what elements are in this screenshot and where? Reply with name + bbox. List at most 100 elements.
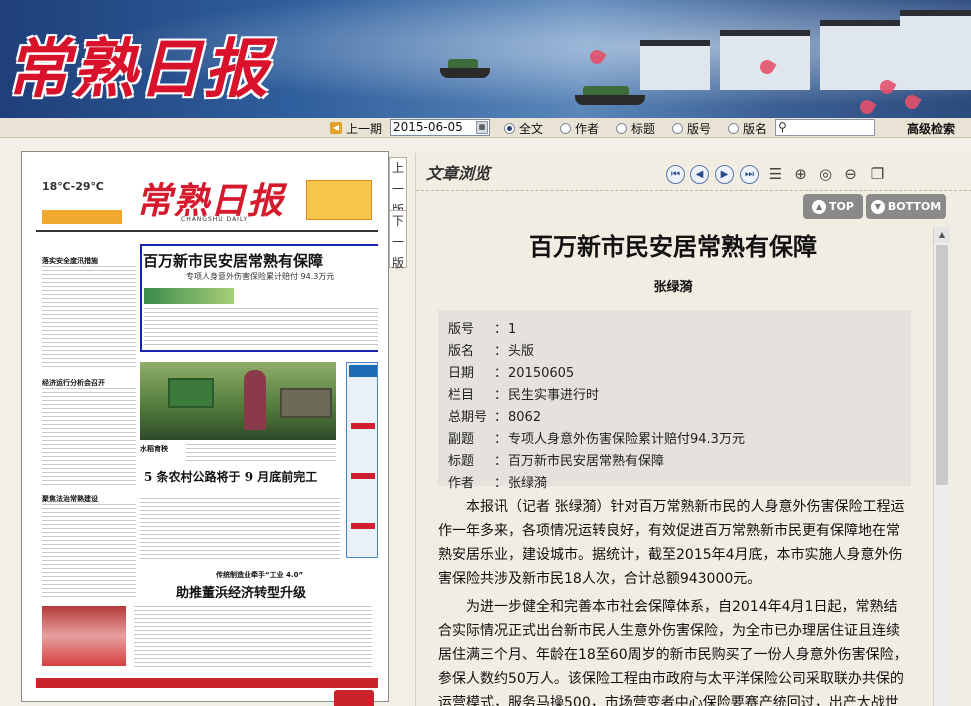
today-guide-header [349,365,377,377]
newspaper-page-image[interactable]: 18℃-29℃ 常熟日报 CHANGSHU DAILY 落实安全度汛措施 经济运… [36,158,378,694]
paper-column-text [140,498,340,560]
chevron-up-icon: ▲ [812,200,827,214]
pdf-icon[interactable] [334,690,374,706]
article-toolbar: 文章浏览 ⏮ ◀ ▶ ⏭ ☰ ⊕ ◎ ⊖ ❐ [416,153,971,191]
paper-kicker: 传统制造业牵手“工业 4.0” [216,571,304,579]
next-page-button[interactable]: 下一版 [389,210,407,270]
search-bar: ◀ 上一期 2015-06-05 ▦ 全文 作者 标题 版号 版名 ⚲ 高级检索 [0,118,971,138]
article-author: 张绿漪 [653,280,693,295]
paper-today-guide[interactable] [346,362,378,558]
photo-crate [168,378,214,408]
zoom-fit-icon[interactable]: ◎ [816,165,835,184]
meta-row: 作者 ：张绿漪 [448,472,547,491]
today-guide-tag [351,523,375,529]
radio-icon [560,123,571,134]
search-input[interactable]: ⚲ [775,119,875,136]
banner-boat [575,86,645,105]
meta-value: 8062 [508,410,542,425]
article-paragraph: 为进一步健全和完善本市社会保障体系，自2014年4月1日起，常熟结合实际情况正式… [438,599,908,706]
next-article-icon[interactable]: ▶ [715,165,734,184]
meta-row: 副题 ：专项人身意外伤害保险累计赔付94.3万元 [448,428,745,447]
paper-side-headline[interactable]: 落实安全度汛措施 [42,256,98,266]
paper-column-text [144,308,378,348]
paper-side-headline[interactable]: 经济运行分析会召开 [42,378,105,388]
top-label: TOP [829,200,854,213]
meta-value: 1 [508,322,517,337]
banner-house [640,40,710,90]
paper-bottom-photo[interactable] [42,606,126,666]
paper-footer-strip [36,678,378,688]
radio-label: 版名 [743,122,768,136]
meta-value: 头版 [508,344,535,359]
scope-radio-author[interactable]: 作者 [560,120,599,137]
scroll-up-icon[interactable]: ▲ [934,227,950,243]
prev-issue-label: 上一期 [346,121,383,136]
zoom-in-icon[interactable]: ⊕ [791,165,810,184]
prev-article-icon[interactable]: ◀ [690,165,709,184]
scope-radio-page-no[interactable]: 版号 [672,120,711,137]
today-guide-tag [351,423,375,429]
paper-column-text [42,266,136,368]
first-article-icon[interactable]: ⏮ [666,165,685,184]
meta-key: 版名 [448,344,475,359]
meta-row: 标题 ：百万新市民安居常熟有保障 [448,450,664,469]
paper-subheadline: 专项人身意外伤害保险累计赔付 94.3万元 [186,272,335,281]
meta-key: 栏目 [448,388,475,403]
paper-headline-3[interactable]: 助推董浜经济转型升级 [176,582,306,601]
meta-key: 版号 [448,322,475,337]
paper-headline-2[interactable]: 5 条农村公路将于 9 月底前完工 [144,468,317,485]
article-scrollbar[interactable]: ▲ [933,227,950,706]
radio-icon [672,123,683,134]
meta-key: 副题 [448,432,475,447]
last-article-icon[interactable]: ⏭ [740,165,759,184]
radio-label: 版号 [687,122,712,136]
newspaper-page-view: 18℃-29℃ 常熟日报 CHANGSHU DAILY 落实安全度汛措施 经济运… [21,151,389,702]
scrollbar-thumb[interactable] [936,245,948,485]
meta-value: 百万新市民安居常熟有保障 [508,454,665,469]
paper-headline: 百万新市民安居常熟有保障 [143,252,324,270]
banner-boat [440,59,490,78]
copy-icon[interactable]: ❐ [868,165,887,184]
article-meta-table: 版号 ：1 版名 ：头版 日期 ：20150605 栏目 ：民生实事进行时 总期号 ：80… [438,310,911,491]
date-select[interactable]: 2015-06-05 ▦ [390,119,490,136]
paper-ad-left [42,210,122,224]
photo-cart [280,388,332,418]
today-guide-tag [351,473,375,479]
radio-icon [504,123,515,134]
meta-row: 版名 ：头版 [448,340,534,359]
article-panel-title: 文章浏览 [426,164,491,183]
scope-radio-page-name[interactable]: 版名 [728,120,767,137]
paper-column-banner [144,288,234,304]
paper-temperature: 18℃-29℃ [42,180,104,193]
scroll-top-button[interactable]: ▲ TOP [803,194,863,219]
paper-column-text [42,388,136,488]
article-panel: 文章浏览 ⏮ ◀ ▶ ⏭ ☰ ⊕ ◎ ⊖ ❐ ▲ TOP ▼ BOTTOM 百万新市… [415,153,971,706]
search-icon[interactable]: ⚲ [778,120,787,134]
meta-row: 版号 ：1 [448,318,516,337]
arrow-left-icon: ◀ [330,122,342,134]
meta-value: 20150605 [508,366,575,381]
radio-icon [616,123,627,134]
article-paragraph: 本报讯（记者 张绿漪）针对百万常熟新市民的人身意外伤害保险工程运作一年多来，各项… [438,499,905,587]
scope-radio-title[interactable]: 标题 [616,120,655,137]
prev-issue-button[interactable]: ◀ 上一期 [330,119,382,137]
meta-key: 标题 [448,454,475,469]
paper-side-headline[interactable]: 聚焦法治常熟建设 [42,494,98,504]
paper-column-text [134,606,372,670]
meta-value: 民生实事进行时 [508,388,600,403]
date-value: 2015-06-05 [393,120,463,134]
bottom-label: BOTTOM [887,200,942,213]
scope-radio-fulltext[interactable]: 全文 [504,120,543,137]
meta-row: 总期号 ：8062 [448,406,541,425]
article-content: 百万新市民安居常熟有保障 张绿漪 版号 ：1 版名 ：头版 日期 ：20150605 … [416,223,971,706]
scroll-bottom-button[interactable]: ▼ BOTTOM [866,194,946,219]
paper-ad-right [306,180,372,220]
calendar-icon[interactable]: ▦ [476,121,488,134]
radio-icon [728,123,739,134]
banner-house [900,10,971,90]
article-list-icon[interactable]: ☰ [766,165,785,184]
advanced-search-link[interactable]: 高级检索 [907,120,955,137]
zoom-out-icon[interactable]: ⊖ [841,165,860,184]
site-logo[interactable]: 常熟日报 [6,18,270,110]
paper-main-photo[interactable] [140,362,336,440]
